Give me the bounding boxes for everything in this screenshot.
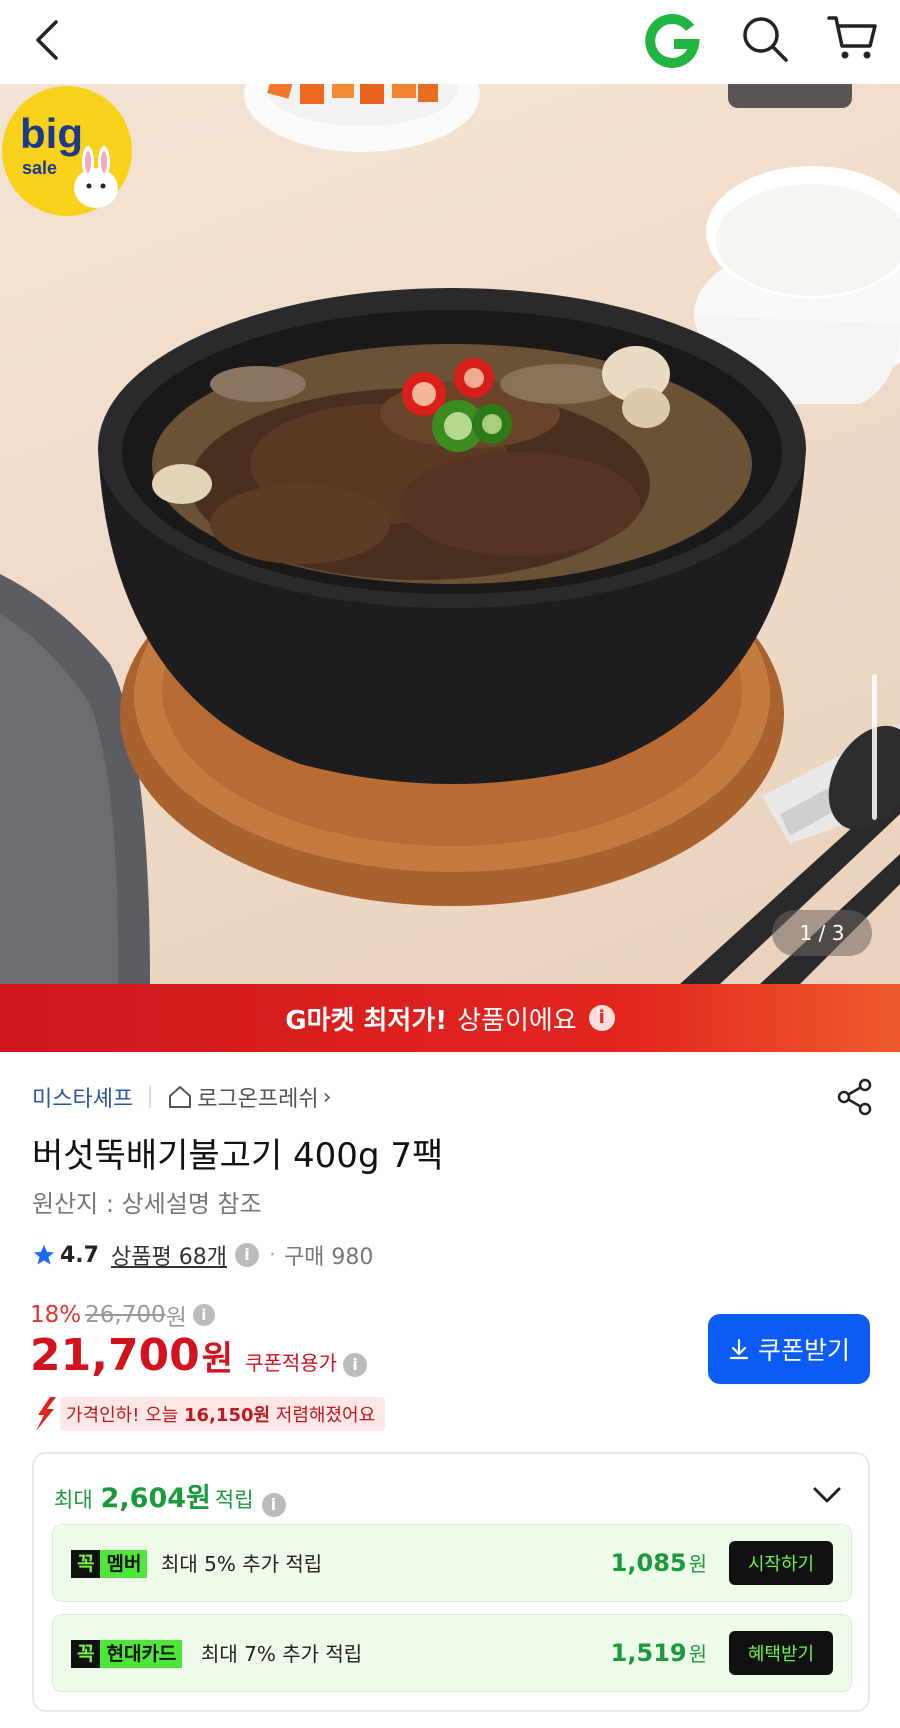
points-amount: 2,604원: [100, 1483, 211, 1514]
sale-price: 21,700: [30, 1330, 200, 1381]
badge-big-text: big: [20, 110, 83, 157]
seller-row: 미스타셰프 로그온프레쉬 ›: [32, 1080, 331, 1114]
cart-icon[interactable]: [826, 12, 878, 64]
chevron-right-icon: ›: [322, 1084, 332, 1110]
price-drop-arrow-icon: [36, 1397, 56, 1431]
price-cut-notice: 가격인하! 오늘 16,150원 저렴해졌어요: [32, 1396, 386, 1432]
get-coupon-button[interactable]: 쿠폰받기: [708, 1314, 870, 1384]
banner-text: 상품이에요: [457, 1005, 577, 1036]
price-row: 21,700 원 쿠폰적용가 i: [30, 1330, 368, 1390]
divider: [149, 1086, 152, 1108]
product-title: 버섯뚝배기불고기 400g 7팩: [32, 1136, 444, 1176]
download-icon: [729, 1338, 749, 1360]
discount-rate: 18%: [30, 1302, 82, 1328]
info-icon[interactable]: i: [234, 1243, 259, 1267]
home-icon: [169, 1086, 192, 1108]
info-icon[interactable]: i: [343, 1353, 368, 1377]
get-benefit-button[interactable]: 혜택받기: [729, 1631, 833, 1675]
price-cut-text: 가격인하! 오늘 16,150원 저렴해졌어요: [60, 1397, 386, 1431]
start-button[interactable]: 시작하기: [729, 1541, 833, 1585]
banner-strong-text: G마켓 최저가!: [285, 1005, 448, 1036]
product-origin: 원산지 : 상세설명 참조: [32, 1190, 262, 1218]
product-photo: [0, 84, 900, 984]
benefit-row-member: 꼭 멤버 최대 5% 추가 적립 1,085 원 시작하기: [52, 1524, 852, 1602]
top-navigation-bar: [0, 0, 900, 84]
points-summary: 최대 2,604원 적립 i: [54, 1476, 286, 1517]
separator-dot: ·: [268, 1242, 276, 1268]
lowest-price-banner[interactable]: G마켓 최저가! 상품이에요 i: [0, 984, 900, 1052]
chevron-down-icon[interactable]: [810, 1478, 844, 1512]
reviews-link[interactable]: 상품평 68개: [111, 1239, 227, 1271]
seller-name-link[interactable]: 미스타셰프: [32, 1081, 133, 1113]
benefit-points: 1,519 원: [610, 1639, 707, 1667]
points-prefix: 최대: [54, 1488, 93, 1512]
store-name-link[interactable]: 로그온프레쉬: [197, 1081, 318, 1113]
member-tag: 꼭 멤버: [71, 1550, 148, 1578]
carousel-scroll-indicator: [872, 674, 877, 820]
discount-row: 18% 26,700 원 i: [30, 1298, 215, 1332]
info-icon[interactable]: i: [261, 1493, 286, 1517]
gmarket-g-logo[interactable]: [644, 12, 702, 70]
coupon-button-label: 쿠폰받기: [757, 1336, 850, 1365]
search-icon[interactable]: [740, 14, 790, 64]
sale-price-unit: 원: [201, 1339, 234, 1379]
benefit-description: 최대 7% 추가 적립: [201, 1642, 363, 1666]
share-icon[interactable]: [836, 1078, 874, 1116]
original-price: 26,700: [85, 1302, 166, 1328]
rating-row: 4.7 상품평 68개 i · 구매 980: [32, 1238, 373, 1272]
benefit-points: 1,085 원: [610, 1549, 707, 1577]
carousel-page-counter: 1 / 3: [772, 910, 872, 956]
benefit-row-hyundai-card: 꼭 현대카드 최대 7% 추가 적립 1,519 원 혜택받기: [52, 1614, 852, 1692]
points-card: 최대 2,604원 적립 i 꼭 멤버 최대 5% 추가 적립 1,085 원 시작…: [32, 1452, 870, 1712]
original-price-unit: 원: [165, 1305, 187, 1331]
badge-sale-text: sale: [22, 158, 57, 178]
coupon-price-label: 쿠폰적용가: [245, 1351, 338, 1375]
star-icon: [34, 1245, 54, 1265]
product-image-carousel[interactable]: big sale 1 / 3: [0, 84, 900, 984]
purchase-count: 구매 980: [283, 1245, 374, 1270]
rating-score: 4.7: [60, 1242, 99, 1268]
big-sale-badge: big sale: [2, 86, 132, 216]
benefit-description: 최대 5% 추가 적립: [161, 1552, 323, 1576]
points-suffix: 적립: [214, 1488, 254, 1512]
chevron-left-icon[interactable]: [28, 16, 68, 64]
info-icon[interactable]: i: [192, 1304, 215, 1326]
info-icon[interactable]: i: [588, 1005, 615, 1031]
hyundai-card-tag: 꼭 현대카드: [71, 1640, 183, 1668]
